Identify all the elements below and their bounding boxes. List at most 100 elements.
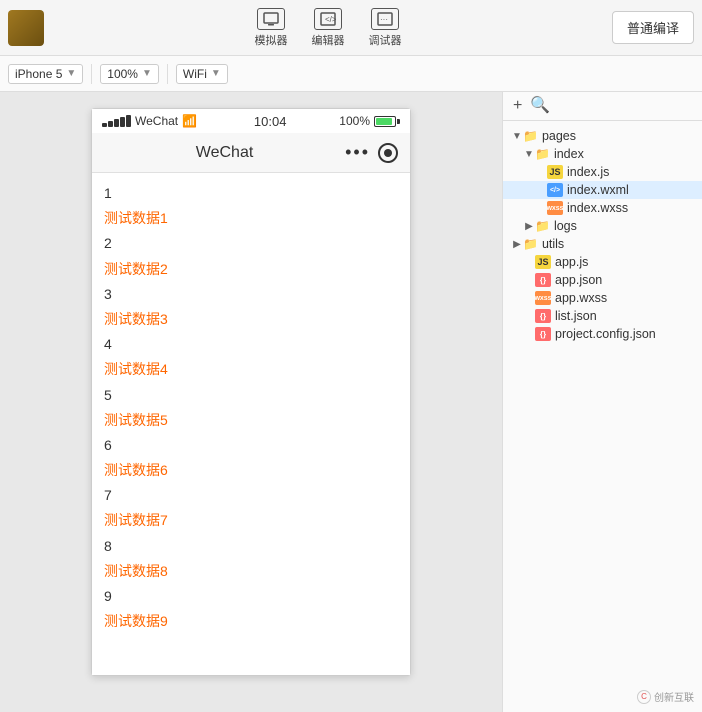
network-value: WiFi — [183, 67, 207, 81]
battery-body — [374, 116, 396, 127]
signal-dot-1 — [102, 123, 107, 127]
list-item-1: 1 测试数据1 — [104, 181, 398, 231]
file-panel: + 🔍 ▼ 📁 pages ▼ 📁 index JS — [502, 92, 702, 712]
simulator-label: 模拟器 — [255, 32, 288, 48]
json-icon-app: {} — [535, 273, 551, 287]
device-chevron-icon: ▼ — [66, 68, 76, 79]
app-wxss-label: app.wxss — [555, 291, 607, 305]
arrow-utils: ▶ — [511, 239, 523, 250]
svg-text:</>: </> — [325, 15, 336, 24]
app-js-label: app.js — [555, 255, 588, 269]
more-icon[interactable]: ••• — [345, 142, 370, 163]
index-wxss-label: index.wxss — [567, 201, 628, 215]
tree-item-list-json[interactable]: {} list.json — [503, 307, 702, 325]
list-item-3: 3 测试数据3 — [104, 282, 398, 332]
folder-icon-index: 📁 — [535, 147, 550, 161]
editor-icon: </> — [314, 8, 342, 30]
signal-indicator — [102, 115, 131, 127]
editor-btn[interactable]: </> 编辑器 — [302, 4, 355, 52]
item-6-data: 测试数据6 — [104, 458, 398, 483]
list-item-9: 9 测试数据9 — [104, 584, 398, 634]
debugger-btn[interactable]: ··· 调试器 — [359, 4, 412, 52]
compile-button[interactable]: 普通编译 — [612, 11, 694, 44]
main-content: WeChat 📶 10:04 100% WeChat ••• — [0, 92, 702, 712]
tree-item-project-config[interactable]: {} project.config.json — [503, 325, 702, 343]
battery-percentage: 100% — [339, 114, 370, 128]
tree-item-index-wxml[interactable]: </> index.wxml — [503, 181, 702, 199]
index-js-label: index.js — [567, 165, 609, 179]
app-json-label: app.json — [555, 273, 602, 287]
file-tree: ▼ 📁 pages ▼ 📁 index JS index.js — [503, 121, 702, 712]
tree-item-pages[interactable]: ▼ 📁 pages — [503, 127, 702, 145]
phone-frame: WeChat 📶 10:04 100% WeChat ••• — [91, 108, 411, 676]
battery-fill — [376, 118, 392, 125]
arrow-pages: ▼ — [511, 131, 523, 142]
logs-label: logs — [554, 219, 577, 233]
app-content: 1 测试数据1 2 测试数据2 3 测试数据3 4 测试数据4 5 测试数据 — [92, 173, 410, 675]
signal-dot-5 — [126, 115, 131, 127]
item-8-number: 8 — [104, 534, 398, 559]
tree-item-app-js[interactable]: JS app.js — [503, 253, 702, 271]
arrow-logs: ▶ — [523, 221, 535, 232]
item-5-data: 测试数据5 — [104, 408, 398, 433]
item-1-data: 测试数据1 — [104, 206, 398, 231]
list-item-8: 8 测试数据8 — [104, 534, 398, 584]
signal-dot-3 — [114, 119, 119, 127]
folder-icon-logs: 📁 — [535, 219, 550, 233]
tree-item-index-wxss[interactable]: wxss index.wxss — [503, 199, 702, 217]
item-2-number: 2 — [104, 231, 398, 256]
simulator-icon — [257, 8, 285, 30]
index-wxml-label: index.wxml — [567, 183, 629, 197]
item-4-number: 4 — [104, 332, 398, 357]
search-button[interactable]: 🔍 — [530, 98, 550, 114]
folder-icon-utils: 📁 — [523, 237, 538, 251]
watermark-text: 创新互联 — [654, 689, 694, 704]
device-selector[interactable]: iPhone 5 ▼ — [8, 64, 83, 84]
list-item-7: 7 测试数据7 — [104, 483, 398, 533]
item-6-number: 6 — [104, 433, 398, 458]
item-7-data: 测试数据7 — [104, 508, 398, 533]
battery-tip — [397, 119, 400, 124]
tree-item-index-js[interactable]: JS index.js — [503, 163, 702, 181]
device-bar: iPhone 5 ▼ 100% ▼ WiFi ▼ — [0, 56, 702, 92]
wxss-icon-index: wxss — [547, 201, 563, 215]
zoom-chevron-icon: ▼ — [142, 68, 152, 79]
device-name: iPhone 5 — [15, 67, 62, 81]
avatar-image — [8, 10, 44, 46]
watermark: C 创新互联 — [637, 689, 694, 704]
list-item-6: 6 测试数据6 — [104, 433, 398, 483]
editor-label: 编辑器 — [312, 32, 345, 48]
utils-label: utils — [542, 237, 564, 251]
app-header-right: ••• — [345, 142, 398, 163]
list-item-5: 5 测试数据5 — [104, 383, 398, 433]
item-9-data: 测试数据9 — [104, 609, 398, 634]
add-file-button[interactable]: + — [513, 98, 522, 114]
file-panel-toolbar: + 🔍 — [503, 92, 702, 121]
list-item-4: 4 测试数据4 — [104, 332, 398, 382]
js-icon-index: JS — [547, 165, 563, 179]
record-icon[interactable] — [378, 143, 398, 163]
wxml-icon-index: </> — [547, 183, 563, 197]
status-bar: WeChat 📶 10:04 100% — [92, 109, 410, 133]
tree-item-utils[interactable]: ▶ 📁 utils — [503, 235, 702, 253]
item-7-number: 7 — [104, 483, 398, 508]
app-title: WeChat — [104, 144, 345, 162]
arrow-index: ▼ — [523, 149, 535, 160]
list-json-label: list.json — [555, 309, 597, 323]
network-selector[interactable]: WiFi ▼ — [176, 64, 228, 84]
network-chevron-icon: ▼ — [211, 68, 221, 79]
item-4-data: 测试数据4 — [104, 357, 398, 382]
zoom-selector[interactable]: 100% ▼ — [100, 64, 159, 84]
simulator-btn[interactable]: 模拟器 — [245, 4, 298, 52]
tree-item-app-json[interactable]: {} app.json — [503, 271, 702, 289]
item-2-data: 测试数据2 — [104, 257, 398, 282]
tree-item-logs[interactable]: ▶ 📁 logs — [503, 217, 702, 235]
tree-item-index[interactable]: ▼ 📁 index — [503, 145, 702, 163]
signal-dot-4 — [120, 117, 125, 127]
separator2 — [167, 64, 168, 84]
svg-text:···: ··· — [380, 15, 388, 24]
simulator-panel: WeChat 📶 10:04 100% WeChat ••• — [0, 92, 502, 712]
folder-icon-pages: 📁 — [523, 129, 538, 143]
tree-item-app-wxss[interactable]: wxss app.wxss — [503, 289, 702, 307]
pages-label: pages — [542, 129, 576, 143]
